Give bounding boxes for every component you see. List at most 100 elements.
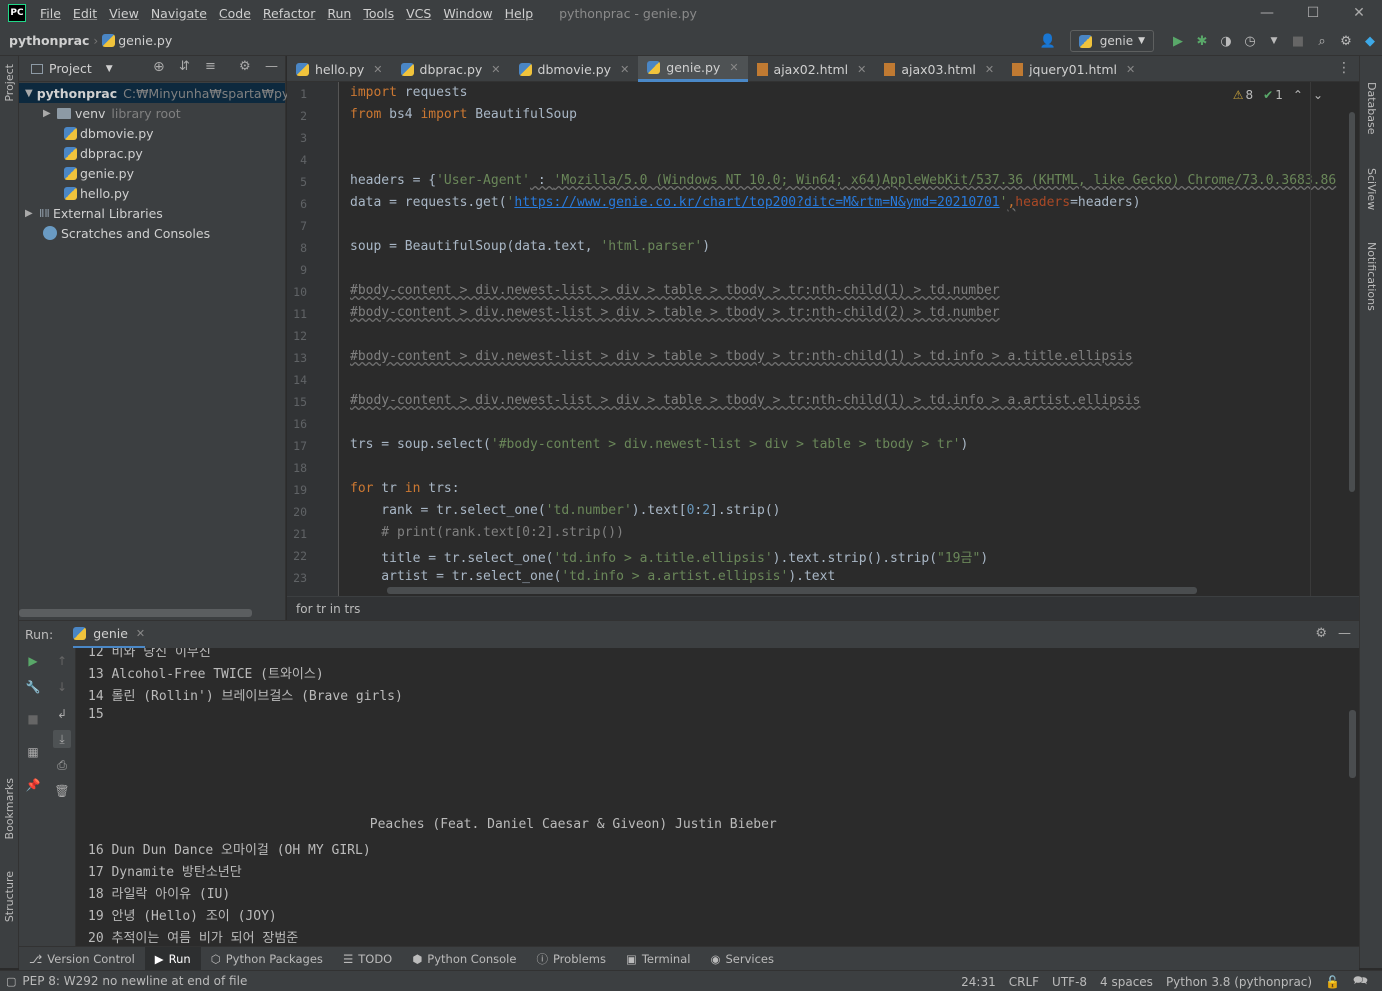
layout-icon[interactable]: ▦: [24, 743, 42, 761]
line-number[interactable]: 18: [287, 461, 307, 475]
tab-todo[interactable]: ☰ TODO: [333, 947, 402, 971]
close-tab-icon[interactable]: ✕: [1126, 63, 1135, 76]
gear-icon[interactable]: ⚙: [1315, 626, 1327, 641]
tab-problems[interactable]: ⓘ Problems: [526, 947, 616, 971]
close-tab-icon[interactable]: ✕: [136, 627, 145, 640]
breadcrumb-project[interactable]: pythonprac: [0, 33, 89, 48]
line-number[interactable]: 20: [287, 505, 307, 519]
close-tab-icon[interactable]: ✕: [729, 61, 738, 74]
menu-navigate[interactable]: Navigate: [145, 6, 213, 21]
run-config-select[interactable]: genie ▼: [1069, 30, 1154, 52]
tree-item-file[interactable]: dbmovie.py: [19, 123, 154, 143]
horizontal-scrollbar[interactable]: [19, 609, 252, 617]
locate-icon[interactable]: ⊕: [153, 59, 165, 75]
minimize-icon[interactable]: —: [1244, 0, 1290, 26]
event-log-icon[interactable]: 🗪: [1353, 971, 1368, 991]
line-number[interactable]: 13: [287, 351, 307, 365]
tab-version-control[interactable]: ⎇ Version Control: [19, 947, 145, 971]
structure-tool-tab[interactable]: Structure: [3, 871, 16, 922]
tab-jquery01-html[interactable]: jquery01.html ✕: [1003, 56, 1144, 82]
line-number[interactable]: 4: [287, 153, 307, 167]
line-number[interactable]: 10: [287, 285, 307, 299]
collapse-all-icon[interactable]: ≡: [205, 59, 216, 74]
pin-icon[interactable]: 📌: [24, 776, 42, 794]
line-number[interactable]: 19: [287, 483, 307, 497]
breadcrumb-file[interactable]: genie.py: [102, 33, 172, 48]
close-tab-icon[interactable]: ✕: [491, 63, 500, 76]
line-number[interactable]: 16: [287, 417, 307, 431]
run-icon[interactable]: ▶: [1166, 29, 1190, 53]
notifications-tool-tab[interactable]: Notifications: [1365, 242, 1378, 311]
tree-item-file[interactable]: dbprac.py: [19, 143, 143, 163]
console-output[interactable]: 12 비와 당신 이무진 13 Alcohol-Free TWICE (트와이스…: [76, 648, 1359, 946]
tab-ajax03-html[interactable]: ajax03.html ✕: [875, 56, 1003, 82]
indent-setting[interactable]: 4 spaces: [1100, 975, 1153, 989]
status-message[interactable]: PEP 8: W292 no newline at end of file: [22, 974, 247, 988]
line-number[interactable]: 6: [287, 197, 307, 211]
scroll-to-end-icon[interactable]: ⤓: [53, 730, 71, 748]
database-tool-tab[interactable]: Database: [1365, 82, 1378, 135]
stop-icon[interactable]: ■: [24, 710, 42, 728]
rerun-icon[interactable]: ▶: [24, 652, 42, 670]
menu-code[interactable]: Code: [213, 6, 257, 21]
console-scrollbar[interactable]: [1349, 710, 1356, 778]
caret-position[interactable]: 24:31: [961, 975, 996, 989]
tab-run[interactable]: ▶ Run: [144, 946, 201, 971]
close-tab-icon[interactable]: ✕: [620, 63, 629, 76]
debug-icon[interactable]: ✱: [1190, 29, 1214, 53]
menu-window[interactable]: Window: [437, 6, 498, 21]
line-number[interactable]: 1: [287, 87, 307, 101]
menu-view[interactable]: View: [103, 6, 145, 21]
editor-horizontal-scrollbar[interactable]: [387, 587, 1197, 594]
user-icon[interactable]: 👤: [1036, 29, 1060, 53]
menu-file[interactable]: File: [34, 6, 67, 21]
profile-icon[interactable]: ◷: [1238, 29, 1262, 53]
bookmarks-tool-tab[interactable]: Bookmarks: [3, 778, 16, 839]
menu-run[interactable]: Run: [321, 6, 357, 21]
tree-item-file[interactable]: hello.py: [19, 183, 129, 203]
soft-wrap-icon[interactable]: ↲: [53, 705, 71, 723]
tab-hello-py[interactable]: hello.py ✕: [287, 56, 392, 82]
panel-toggle-icon[interactable]: ▢: [6, 975, 16, 988]
project-tool-tab[interactable]: Project: [3, 64, 16, 102]
coverage-icon[interactable]: ◑: [1214, 29, 1238, 53]
code-url[interactable]: https://www.genie.co.kr/chart/top200?dit…: [514, 195, 999, 210]
line-number[interactable]: 7: [287, 219, 307, 233]
tree-item-project-root[interactable]: ▼ pythonprac C:₩Minyunha₩sparta₩pytho: [19, 83, 310, 103]
gear-icon[interactable]: ⚙: [239, 59, 251, 74]
close-tab-icon[interactable]: ✕: [985, 63, 994, 76]
tab-genie-py[interactable]: genie.py ✕: [638, 56, 748, 82]
line-number[interactable]: 22: [287, 549, 307, 563]
line-number[interactable]: 11: [287, 307, 307, 321]
print-icon[interactable]: ⎙: [53, 756, 71, 774]
file-encoding[interactable]: UTF-8: [1052, 975, 1087, 989]
settings-icon[interactable]: ⚙: [1334, 29, 1358, 53]
close-icon[interactable]: ✕: [1336, 0, 1382, 26]
search-icon[interactable]: ⌕: [1310, 29, 1334, 53]
line-number[interactable]: 14: [287, 373, 307, 387]
python-interpreter[interactable]: Python 3.8 (pythonprac): [1166, 975, 1312, 989]
menu-edit[interactable]: Edit: [67, 6, 103, 21]
tab-dbmovie-py[interactable]: dbmovie.py ✕: [510, 56, 639, 82]
stop-icon[interactable]: ■: [1286, 29, 1310, 53]
tree-item-external-libraries[interactable]: ▶ ⅡⅡ External Libraries: [19, 203, 163, 223]
code-breadcrumb[interactable]: for tr in trs: [287, 596, 1359, 620]
project-view-select[interactable]: Project ▼: [31, 61, 113, 76]
menu-help[interactable]: Help: [499, 6, 540, 21]
vertical-scrollbar[interactable]: [1349, 112, 1355, 492]
line-number[interactable]: 23: [287, 571, 307, 585]
line-number[interactable]: 21: [287, 527, 307, 541]
close-tab-icon[interactable]: ✕: [857, 63, 866, 76]
more-tabs-icon[interactable]: ⋮: [1337, 60, 1351, 76]
tree-item-file[interactable]: genie.py: [19, 163, 134, 183]
code-editor[interactable]: 1 2 3 4 5 6 7 8 9 10 11 12 13 14 15 16 17 18 19 20 21 22 23 ⚠ 8…: [287, 82, 1359, 596]
wrench-icon[interactable]: 🔧: [24, 678, 42, 696]
close-tab-icon[interactable]: ✕: [373, 63, 382, 76]
jetbrains-toolbox-icon[interactable]: ◆: [1358, 29, 1382, 53]
tab-terminal[interactable]: ▣ Terminal: [616, 947, 700, 971]
tab-dbprac-py[interactable]: dbprac.py ✕: [392, 56, 510, 82]
previous-highlight-icon[interactable]: ⌃: [1293, 88, 1303, 102]
tree-item-scratches[interactable]: Scratches and Consoles: [19, 223, 210, 243]
tab-services[interactable]: ◉ Services: [700, 947, 784, 971]
line-number[interactable]: 12: [287, 329, 307, 343]
